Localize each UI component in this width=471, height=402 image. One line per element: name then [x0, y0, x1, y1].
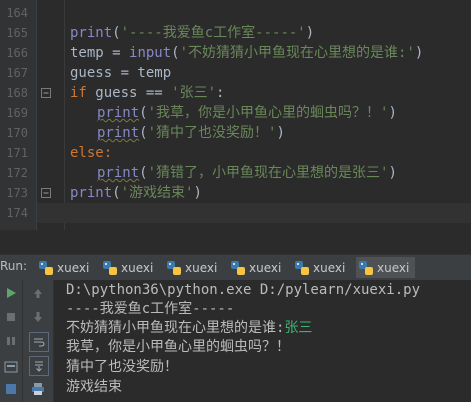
code-line-172[interactable]: print('猜错了，小甲鱼现在心里想的是张三')	[97, 163, 397, 183]
code-line-165[interactable]: print('----我爱鱼c工作室-----')	[70, 23, 314, 43]
run-tab[interactable]: xuexi	[294, 257, 345, 278]
line-number: 168	[6, 86, 28, 100]
arrow-down-icon	[34, 312, 42, 322]
run-tab-label: xuexi	[249, 260, 282, 275]
pin-icon	[6, 384, 16, 394]
fold-open-icon[interactable]	[41, 88, 51, 98]
current-line-highlight	[37, 203, 471, 223]
pin-button[interactable]	[2, 380, 20, 398]
line-number: 165	[6, 26, 28, 40]
run-tab-label: xuexi	[377, 260, 410, 275]
play-icon	[7, 288, 16, 298]
soft-wrap-button[interactable]	[29, 332, 49, 352]
line-number: 172	[6, 166, 28, 180]
gutter-separator	[36, 0, 37, 230]
run-tab[interactable]: xuexi	[230, 257, 281, 278]
python-icon	[167, 260, 181, 275]
stop-icon	[7, 313, 15, 321]
scroll-end-icon	[35, 361, 43, 372]
scroll-to-end-button[interactable]	[29, 356, 49, 376]
console-line: 我草，你是小甲鱼心里的蛔虫吗？！	[66, 339, 290, 355]
python-icon	[231, 260, 245, 275]
console-line: D:\python36\python.exe D:/pylearn/xuexi.…	[66, 282, 421, 298]
python-icon	[359, 260, 373, 275]
settings-button[interactable]	[2, 358, 20, 376]
arrow-up-icon	[34, 289, 42, 298]
run-tab-label: xuexi	[121, 260, 154, 275]
user-input-text: 张三	[284, 320, 313, 336]
stop-button[interactable]	[2, 308, 20, 326]
console-line: 猜中了也没奖励！	[66, 359, 178, 375]
run-tab[interactable]: xuexi	[38, 257, 89, 278]
code-line-171[interactable]: else:	[70, 143, 112, 163]
run-tab[interactable]: xuexi	[166, 257, 217, 278]
code-editor[interactable]: 164 165 166 167 168 169 170 171 172 173 …	[0, 0, 471, 230]
console-output[interactable]: D:\python36\python.exe D:/pylearn/xuexi.…	[60, 280, 471, 402]
print-button[interactable]	[29, 380, 47, 398]
scroll-up-button[interactable]	[29, 284, 47, 302]
code-line-169[interactable]: print('我草，你是小甲鱼心里的蛔虫吗？！')	[97, 103, 397, 123]
code-line-166[interactable]: temp = input('不妨猜猜小甲鱼现在心里想的是谁:')	[70, 43, 423, 63]
console-line: ----我爱鱼c工作室-----	[66, 301, 235, 317]
run-panel: D:\python36\python.exe D:/pylearn/xuexi.…	[0, 280, 471, 402]
python-icon	[39, 260, 53, 275]
line-number: 174	[6, 206, 28, 220]
wrap-icon	[34, 338, 45, 347]
code-line-167[interactable]: guess = temp	[70, 63, 171, 83]
run-toolbar-secondary	[22, 280, 54, 402]
line-number: 173	[6, 186, 28, 200]
run-tab-label: xuexi	[313, 260, 346, 275]
scroll-down-button[interactable]	[29, 308, 47, 326]
pause-icon	[7, 337, 15, 345]
run-label: Run:	[0, 259, 28, 273]
line-number: 167	[6, 66, 28, 80]
rerun-button[interactable]	[2, 284, 20, 302]
python-icon	[103, 260, 117, 275]
printer-icon	[32, 383, 44, 395]
layout-icon	[4, 361, 18, 373]
code-line-170[interactable]: print('猜中了也没奖励！')	[97, 123, 285, 143]
code-line-173[interactable]: print('游戏结束')	[70, 183, 202, 203]
line-number: 169	[6, 106, 28, 120]
line-number: 164	[6, 6, 28, 20]
python-icon	[295, 260, 309, 275]
line-number: 166	[6, 46, 28, 60]
pause-button[interactable]	[2, 332, 20, 350]
run-toolbar-primary	[0, 280, 22, 402]
fold-close-icon[interactable]	[41, 188, 51, 198]
run-tab-active[interactable]: xuexi	[356, 257, 416, 278]
console-line: 不妨猜猜小甲鱼现在心里想的是谁:张三	[66, 320, 313, 336]
code-line-168[interactable]: if guess == '张三':	[70, 83, 224, 103]
run-tab-label: xuexi	[185, 260, 218, 275]
indent-guide	[64, 0, 65, 230]
run-tab[interactable]: xuexi	[102, 257, 153, 278]
line-number: 171	[6, 146, 28, 160]
run-tab-label: xuexi	[57, 260, 90, 275]
line-number: 170	[6, 126, 28, 140]
run-tab-bar: Run: xuexi xuexi xuexi xuexi xuexi xuexi	[0, 254, 471, 281]
console-line: 游戏结束	[66, 379, 122, 395]
